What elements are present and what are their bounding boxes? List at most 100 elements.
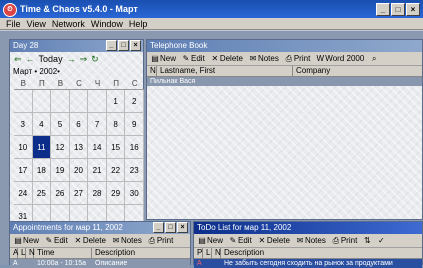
dow-label: В [20, 79, 26, 88]
calendar-day[interactable]: 18 [32, 159, 52, 182]
phonebook-edit-button[interactable]: ✎ Edit [182, 54, 205, 63]
appointments-minimize-button[interactable]: _ [153, 222, 164, 233]
maximize-button[interactable]: □ [391, 3, 405, 16]
todo-window-title: ToDo List for мар 11, 2002 [197, 223, 292, 232]
menu-help[interactable]: Help [129, 18, 148, 29]
appointments-row[interactable]: A 10:00a - 10:15a Описание [10, 259, 190, 268]
calendar-day[interactable]: 17 [14, 159, 33, 182]
delete-icon: ✕ [211, 53, 219, 63]
prev-arrow-icon[interactable]: ← [26, 54, 35, 64]
month-selector[interactable]: Март • 2002• [10, 66, 143, 77]
calendar-close-button[interactable]: × [130, 40, 141, 51]
todo-delete-button[interactable]: ✕ Delete [258, 235, 289, 245]
menu-window[interactable]: Window [91, 18, 123, 29]
appointments-notes-label: Notes [120, 236, 142, 245]
prev-prev-arrow-icon[interactable]: ⇐ [14, 54, 22, 65]
appointments-print-button[interactable]: ⎙ Print [148, 236, 174, 245]
sort-icon[interactable]: ⇅ [363, 236, 371, 245]
refresh-icon[interactable]: ↻ [91, 54, 99, 65]
todo-header-l[interactable]: L [203, 248, 212, 258]
search-icon[interactable]: ⌕ [370, 54, 378, 63]
calendar-minimize-button[interactable]: _ [106, 40, 117, 51]
calendar-day[interactable]: 19 [51, 159, 70, 182]
calendar-day[interactable]: 9 [125, 113, 144, 136]
delete-icon: ✕ [258, 235, 266, 245]
day-of-week-header: ВПВСЧПС [14, 79, 144, 90]
phonebook-notes-label: Notes [257, 54, 279, 63]
menu-file[interactable]: File [6, 18, 21, 29]
calendar-window-title: Day 28 [13, 41, 39, 50]
calendar-day[interactable]: 5 [51, 113, 70, 136]
calendar-grid: ВПВСЧПС 1 2 3 4 5 6 7 8 9 10 11 12 13 14 15 16 17 18 19 20 2… [14, 79, 144, 228]
phonebook-word-button[interactable]: W Word 2000 [316, 54, 365, 63]
today-button[interactable]: Today [39, 54, 63, 64]
todo-header-description[interactable]: Description [221, 248, 422, 258]
calendar-day[interactable]: 14 [88, 136, 107, 159]
calendar-day[interactable]: 16 [125, 136, 144, 159]
appointments-toolbar: ▤ New ✎ Edit ✕ Delete ✉ Notes ⎙ Print [10, 234, 190, 248]
appointments-window-title: Appointments for мар 11, 2002 [13, 223, 123, 232]
phonebook-header-company[interactable]: Company [293, 66, 422, 76]
calendar-day[interactable]: 29 [106, 182, 126, 205]
appointments-new-button[interactable]: ▤ New [14, 236, 39, 245]
calendar-day[interactable]: 23 [125, 159, 144, 182]
phonebook-delete-button[interactable]: ✕ Delete [211, 53, 242, 63]
calendar-day[interactable]: 3 [14, 113, 33, 136]
todo-edit-button[interactable]: ✎ Edit [229, 236, 252, 245]
calendar-day[interactable]: 2 [125, 90, 144, 113]
phonebook-new-button[interactable]: ▤ New [151, 54, 176, 63]
calendar-day[interactable]: 8 [106, 113, 126, 136]
appointments-header-description[interactable]: Description [92, 248, 188, 258]
appointments-close-button[interactable]: × [177, 222, 188, 233]
calendar-window-controls: _ □ × [106, 40, 141, 51]
calendar-day[interactable]: 13 [69, 136, 89, 159]
next-next-arrow-icon[interactable]: ⇒ [80, 54, 88, 65]
todo-row[interactable]: A Не забыть сегодня сходить на рынок за … [194, 259, 422, 268]
app-title: Time & Chaos v5.4.0 - Март [20, 4, 138, 14]
calendar-day[interactable]: 24 [14, 182, 33, 205]
minimize-button[interactable]: _ [376, 3, 390, 16]
appointments-header-time[interactable]: Time [34, 248, 92, 258]
calendar-empty-cell [51, 90, 70, 113]
calendar-day[interactable]: 11 [32, 136, 52, 159]
todo-notes-button[interactable]: ✉ Notes [296, 236, 326, 245]
menu-network[interactable]: Network [52, 18, 85, 29]
appointments-maximize-button[interactable]: □ [165, 222, 176, 233]
appointments-header-a[interactable]: A [10, 248, 18, 258]
calendar-day[interactable]: 10 [14, 136, 33, 159]
todo-header-n[interactable]: N [212, 248, 221, 258]
menu-view[interactable]: View [27, 18, 46, 29]
todo-print-button[interactable]: ⎙ Print [332, 236, 358, 245]
calendar-day[interactable]: 12 [51, 136, 70, 159]
calendar-maximize-button[interactable]: □ [118, 40, 129, 51]
phonebook-header-name[interactable]: Lastname, First [157, 66, 293, 76]
calendar-day[interactable]: 21 [88, 159, 107, 182]
phonebook-notes-button[interactable]: ✉ Notes [249, 54, 279, 63]
calendar-day[interactable]: 26 [51, 182, 70, 205]
appointments-notes-button[interactable]: ✉ Notes [112, 236, 142, 245]
phonebook-selected-row[interactable]: Пильнак Вася [147, 77, 422, 86]
calendar-day[interactable]: 22 [106, 159, 126, 182]
phonebook-print-button[interactable]: ⎙ Print [285, 54, 311, 63]
close-button[interactable]: × [406, 3, 420, 16]
appointments-edit-button[interactable]: ✎ Edit [45, 236, 68, 245]
next-arrow-icon[interactable]: → [67, 54, 76, 64]
calendar-day[interactable]: 6 [69, 113, 89, 136]
calendar-day[interactable]: 4 [32, 113, 52, 136]
todo-new-button[interactable]: ▤ New [198, 236, 223, 245]
calendar-day[interactable]: 20 [69, 159, 89, 182]
calendar-day[interactable]: 28 [88, 182, 107, 205]
todo-header-p[interactable]: P [194, 248, 203, 258]
calendar-day[interactable]: 27 [69, 182, 89, 205]
check-icon[interactable]: ✓ [377, 236, 385, 245]
calendar-day[interactable]: 25 [32, 182, 52, 205]
appointments-header-l[interactable]: L [18, 248, 26, 258]
appointments-delete-button[interactable]: ✕ Delete [74, 236, 105, 245]
calendar-day[interactable]: 30 [125, 182, 144, 205]
calendar-day[interactable]: 1 [106, 90, 126, 113]
phonebook-header-n[interactable]: N [147, 66, 157, 76]
calendar-day[interactable]: 15 [106, 136, 126, 159]
appointments-header-n[interactable]: N [26, 248, 35, 258]
new-icon: ▤ [198, 235, 206, 245]
calendar-day[interactable]: 7 [88, 113, 107, 136]
